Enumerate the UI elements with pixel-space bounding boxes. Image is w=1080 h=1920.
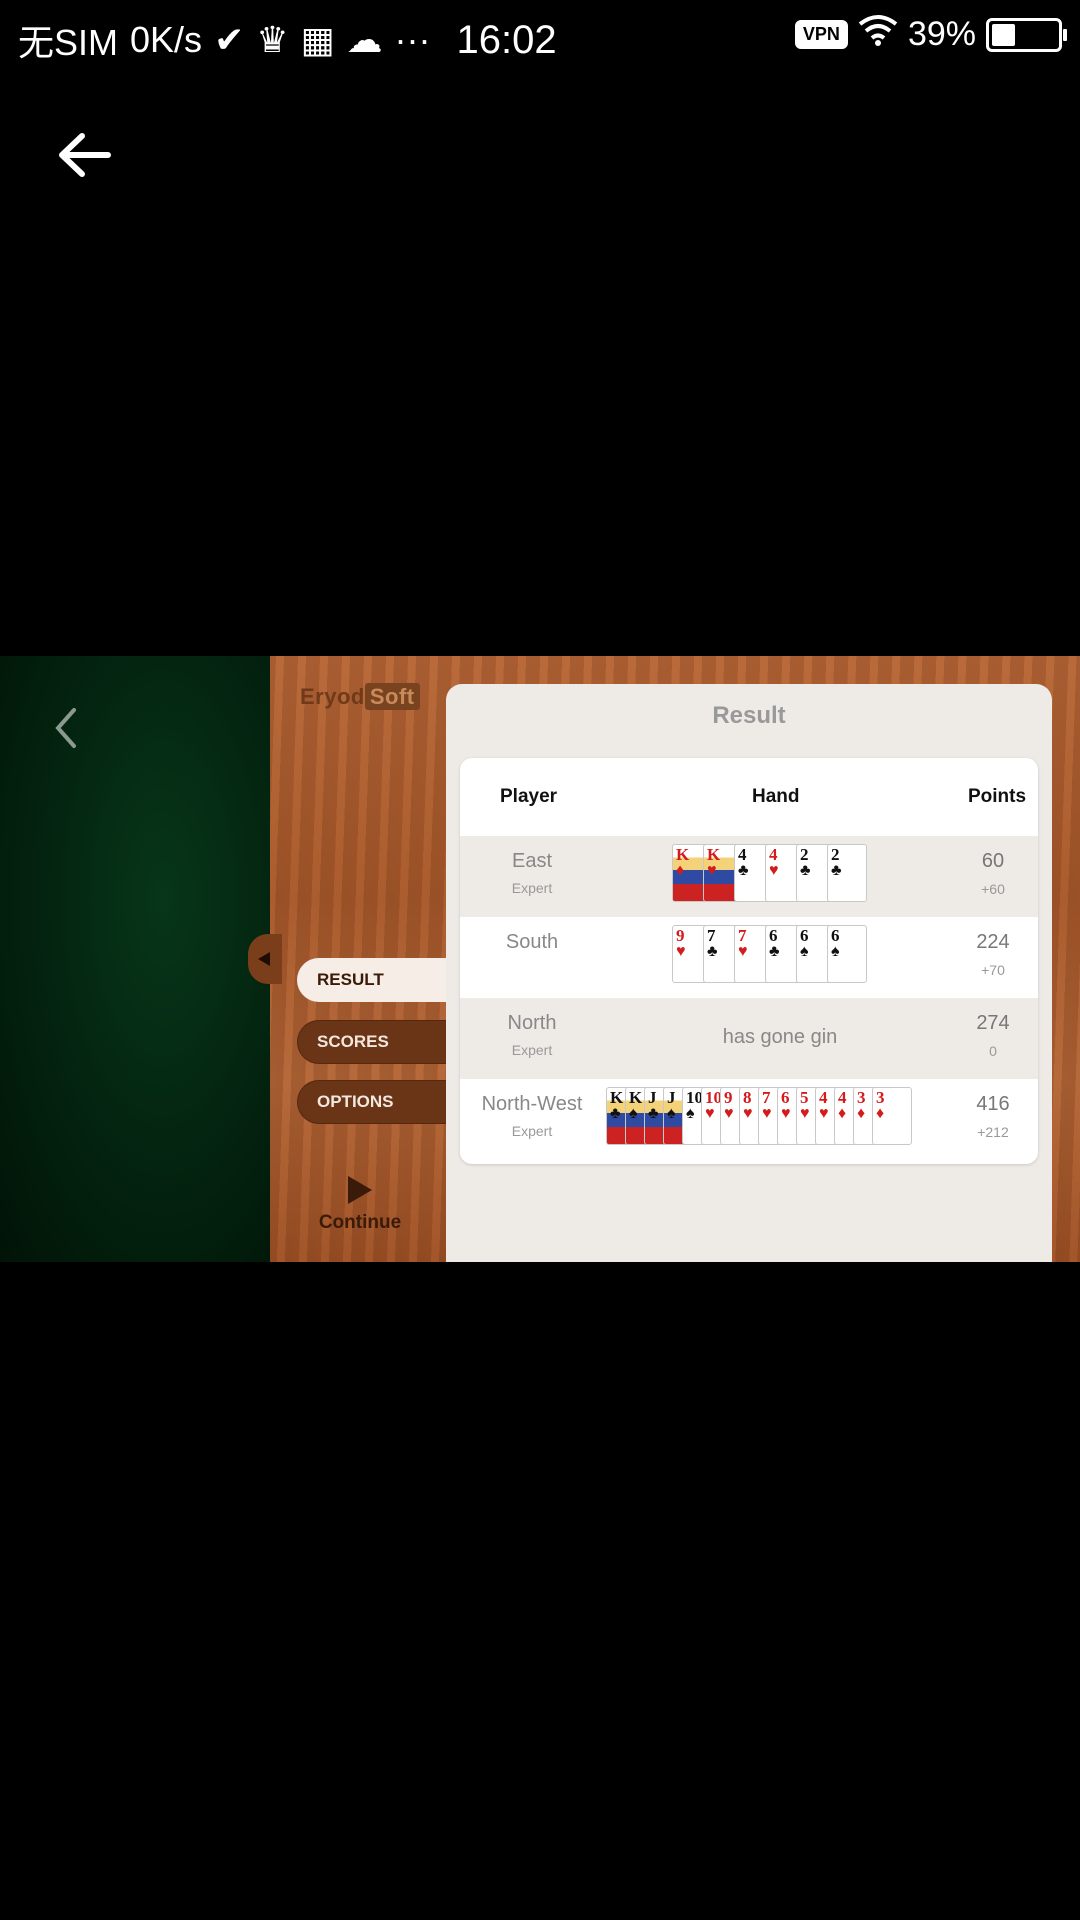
table-row: North Expert has gone gin 274 0 — [460, 998, 1038, 1079]
collapse-panel-icon[interactable] — [248, 934, 282, 984]
card-suit: ♦ — [876, 1105, 885, 1122]
player-name: East — [511, 850, 553, 872]
player-name: North — [507, 1012, 557, 1034]
player-name: North-West — [481, 1093, 583, 1115]
battery-percent: 39% — [907, 15, 976, 53]
brand-suffix: Soft — [364, 683, 420, 710]
points-delta: +212 — [977, 1124, 1009, 1140]
player-level: Expert — [511, 1042, 553, 1058]
menu-result-button[interactable]: RESULT — [297, 958, 457, 1002]
menu-options-button[interactable]: OPTIONS — [297, 1080, 457, 1124]
calendar-icon: ▦ — [300, 19, 335, 60]
check-icon: ✔ — [214, 19, 245, 60]
player-level: Expert — [511, 880, 553, 896]
points-total: 224 — [976, 931, 1010, 953]
vpn-badge: VPN — [794, 20, 848, 49]
playing-card: 2 ♣ — [827, 844, 867, 902]
wifi-icon — [858, 14, 898, 55]
continue-label: Continue — [318, 1212, 402, 1233]
clock: 16:02 — [456, 17, 557, 62]
crown-icon: ♛ — [256, 19, 289, 60]
back-arrow-icon[interactable] — [56, 130, 112, 180]
game-back-icon[interactable] — [40, 696, 92, 760]
points-delta: 0 — [989, 1043, 997, 1059]
points-total: 416 — [976, 1093, 1010, 1115]
brand-prefix: Eryod — [300, 684, 365, 709]
net-speed-label: 0K/s — [130, 19, 203, 60]
points-total: 274 — [976, 1012, 1010, 1034]
play-icon — [348, 1176, 372, 1204]
more-icon: ··· — [394, 19, 431, 60]
header-points: Points — [968, 786, 1027, 807]
continue-button[interactable]: Continue — [312, 1176, 408, 1234]
card-suit: ♠ — [831, 943, 840, 960]
result-title: Result — [712, 702, 786, 729]
playing-card: 6 ♠ — [827, 925, 867, 983]
table-row: South 9 ♥ 7 ♣ 7 ♥ 6 ♣ 6 ♠ 6 ♠ 224 +70 — [460, 917, 1038, 998]
result-panel: Result Player Hand Points East Expert K ♦… — [446, 684, 1052, 1262]
battery-icon — [986, 17, 1067, 52]
result-table: Player Hand Points East Expert K ♦ K ♥ 4 ♣ 4 ♥ 2… — [460, 758, 1038, 1164]
game-screen: Eryod Soft RESULT SCORES OPTIONS Continue… — [0, 656, 1080, 1262]
points-delta: +70 — [981, 962, 1005, 978]
player-name: South — [505, 931, 559, 953]
hand-status-text: has gone gin — [722, 1026, 838, 1048]
card-suit: ♣ — [831, 862, 842, 879]
points-delta: +60 — [981, 881, 1005, 897]
header-hand: Hand — [752, 786, 800, 807]
menu-scores-button[interactable]: SCORES — [297, 1020, 457, 1064]
card-table-felt — [0, 656, 272, 1262]
table-row: East Expert K ♦ K ♥ 4 ♣ 4 ♥ 2 ♣ 2 ♣ 60 +60 — [460, 836, 1038, 917]
status-bar: 无SIM 0K/s ✔ ♛ ▦ ☁ ··· 16:02 VPN 39% — [0, 0, 1080, 76]
playing-card: 3 ♦ — [872, 1087, 912, 1145]
header-player: Player — [500, 786, 558, 807]
cloud-icon: ☁ — [346, 19, 383, 60]
player-level: Expert — [511, 1123, 553, 1139]
table-row: North-West Expert K ♣ K ♠ J ♣ J ♠ 10 ♠ 10 ♥ 9 ♥ 8 ♥ 7 ♥ 6 ♥… — [460, 1079, 1038, 1160]
carrier-label: 无SIM — [18, 22, 119, 63]
points-total: 60 — [981, 850, 1005, 872]
brand-logo: Eryod Soft — [300, 683, 420, 710]
table-header: Player Hand Points — [460, 758, 1038, 837]
